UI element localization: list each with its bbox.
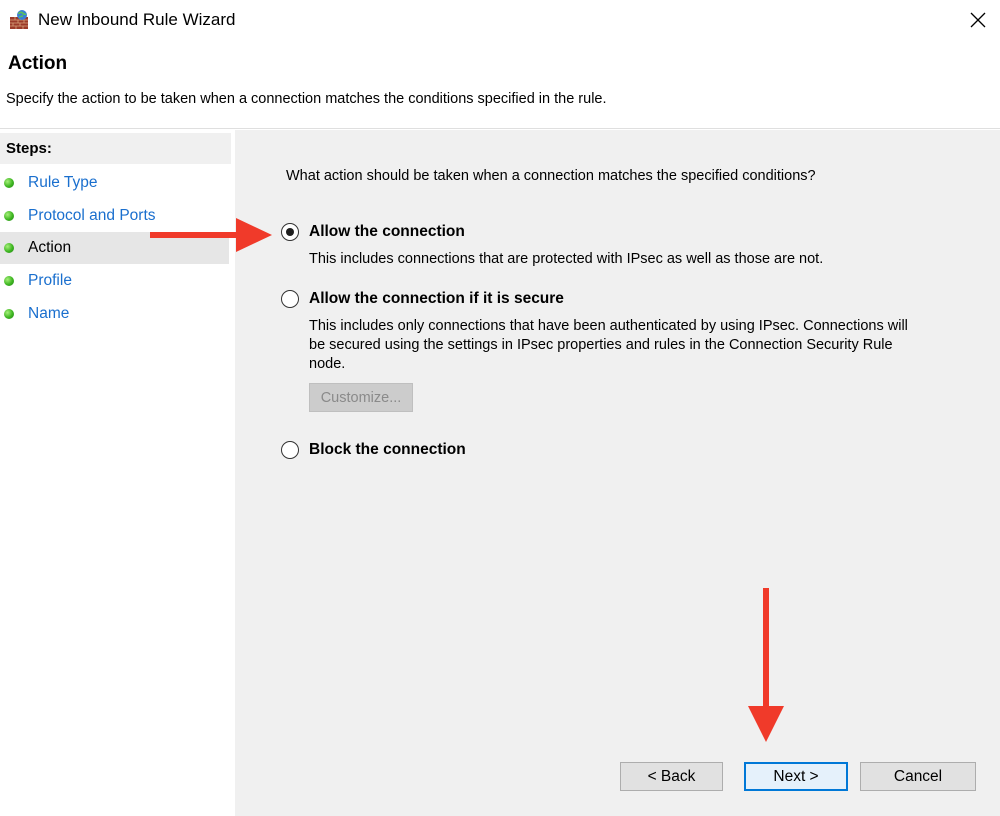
next-button[interactable]: Next > xyxy=(744,762,848,791)
close-button[interactable] xyxy=(956,0,1000,40)
sidebar-item-label: Rule Type xyxy=(28,174,98,191)
title-bar: New Inbound Rule Wizard xyxy=(0,0,1000,40)
sidebar-item-rule-type[interactable]: Rule Type xyxy=(0,167,229,199)
sidebar-item-label: Action xyxy=(28,239,72,256)
back-button[interactable]: < Back xyxy=(620,762,723,791)
option-label: Allow the connection xyxy=(309,223,465,240)
green-dot-icon xyxy=(4,243,14,253)
option-label: Block the connection xyxy=(309,441,466,458)
sidebar-item-label: Profile xyxy=(28,272,72,289)
allow-connection-radio[interactable] xyxy=(281,223,299,241)
sidebar-item-label: Name xyxy=(28,305,70,322)
wizard-header: Action Specify the action to be taken wh… xyxy=(0,40,1000,129)
sidebar-item-label: Protocol and Ports xyxy=(28,207,156,224)
cancel-button[interactable]: Cancel xyxy=(860,762,976,791)
block-connection-radio[interactable] xyxy=(281,441,299,459)
option-block-connection[interactable]: Block the connection xyxy=(281,441,466,459)
page-title: Action xyxy=(8,53,68,74)
annotation-arrow-down-icon xyxy=(748,588,784,742)
green-dot-icon xyxy=(4,276,14,286)
sidebar-item-profile[interactable]: Profile xyxy=(0,265,229,297)
allow-if-secure-radio[interactable] xyxy=(281,290,299,308)
green-dot-icon xyxy=(4,178,14,188)
green-dot-icon xyxy=(4,211,14,221)
page-subtitle: Specify the action to be taken when a co… xyxy=(6,91,607,107)
window-title: New Inbound Rule Wizard xyxy=(38,10,236,29)
annotation-arrow-right-icon xyxy=(150,218,272,252)
option-label: Allow the connection if it is secure xyxy=(309,290,564,307)
sidebar-item-name[interactable]: Name xyxy=(0,298,229,330)
option-allow-connection[interactable]: Allow the connection xyxy=(281,223,465,241)
option-allow-if-secure[interactable]: Allow the connection if it is secure xyxy=(281,290,564,308)
action-question: What action should be taken when a conne… xyxy=(286,168,816,184)
close-icon xyxy=(970,12,986,28)
customize-button[interactable]: Customize... xyxy=(309,383,413,412)
firewall-icon xyxy=(10,10,28,29)
option-description: This includes connections that are prote… xyxy=(309,251,824,267)
option-description: This includes only connections that have… xyxy=(309,318,908,372)
main-panel: What action should be taken when a conne… xyxy=(235,130,1000,816)
steps-heading: Steps: xyxy=(0,133,231,164)
green-dot-icon xyxy=(4,309,14,319)
